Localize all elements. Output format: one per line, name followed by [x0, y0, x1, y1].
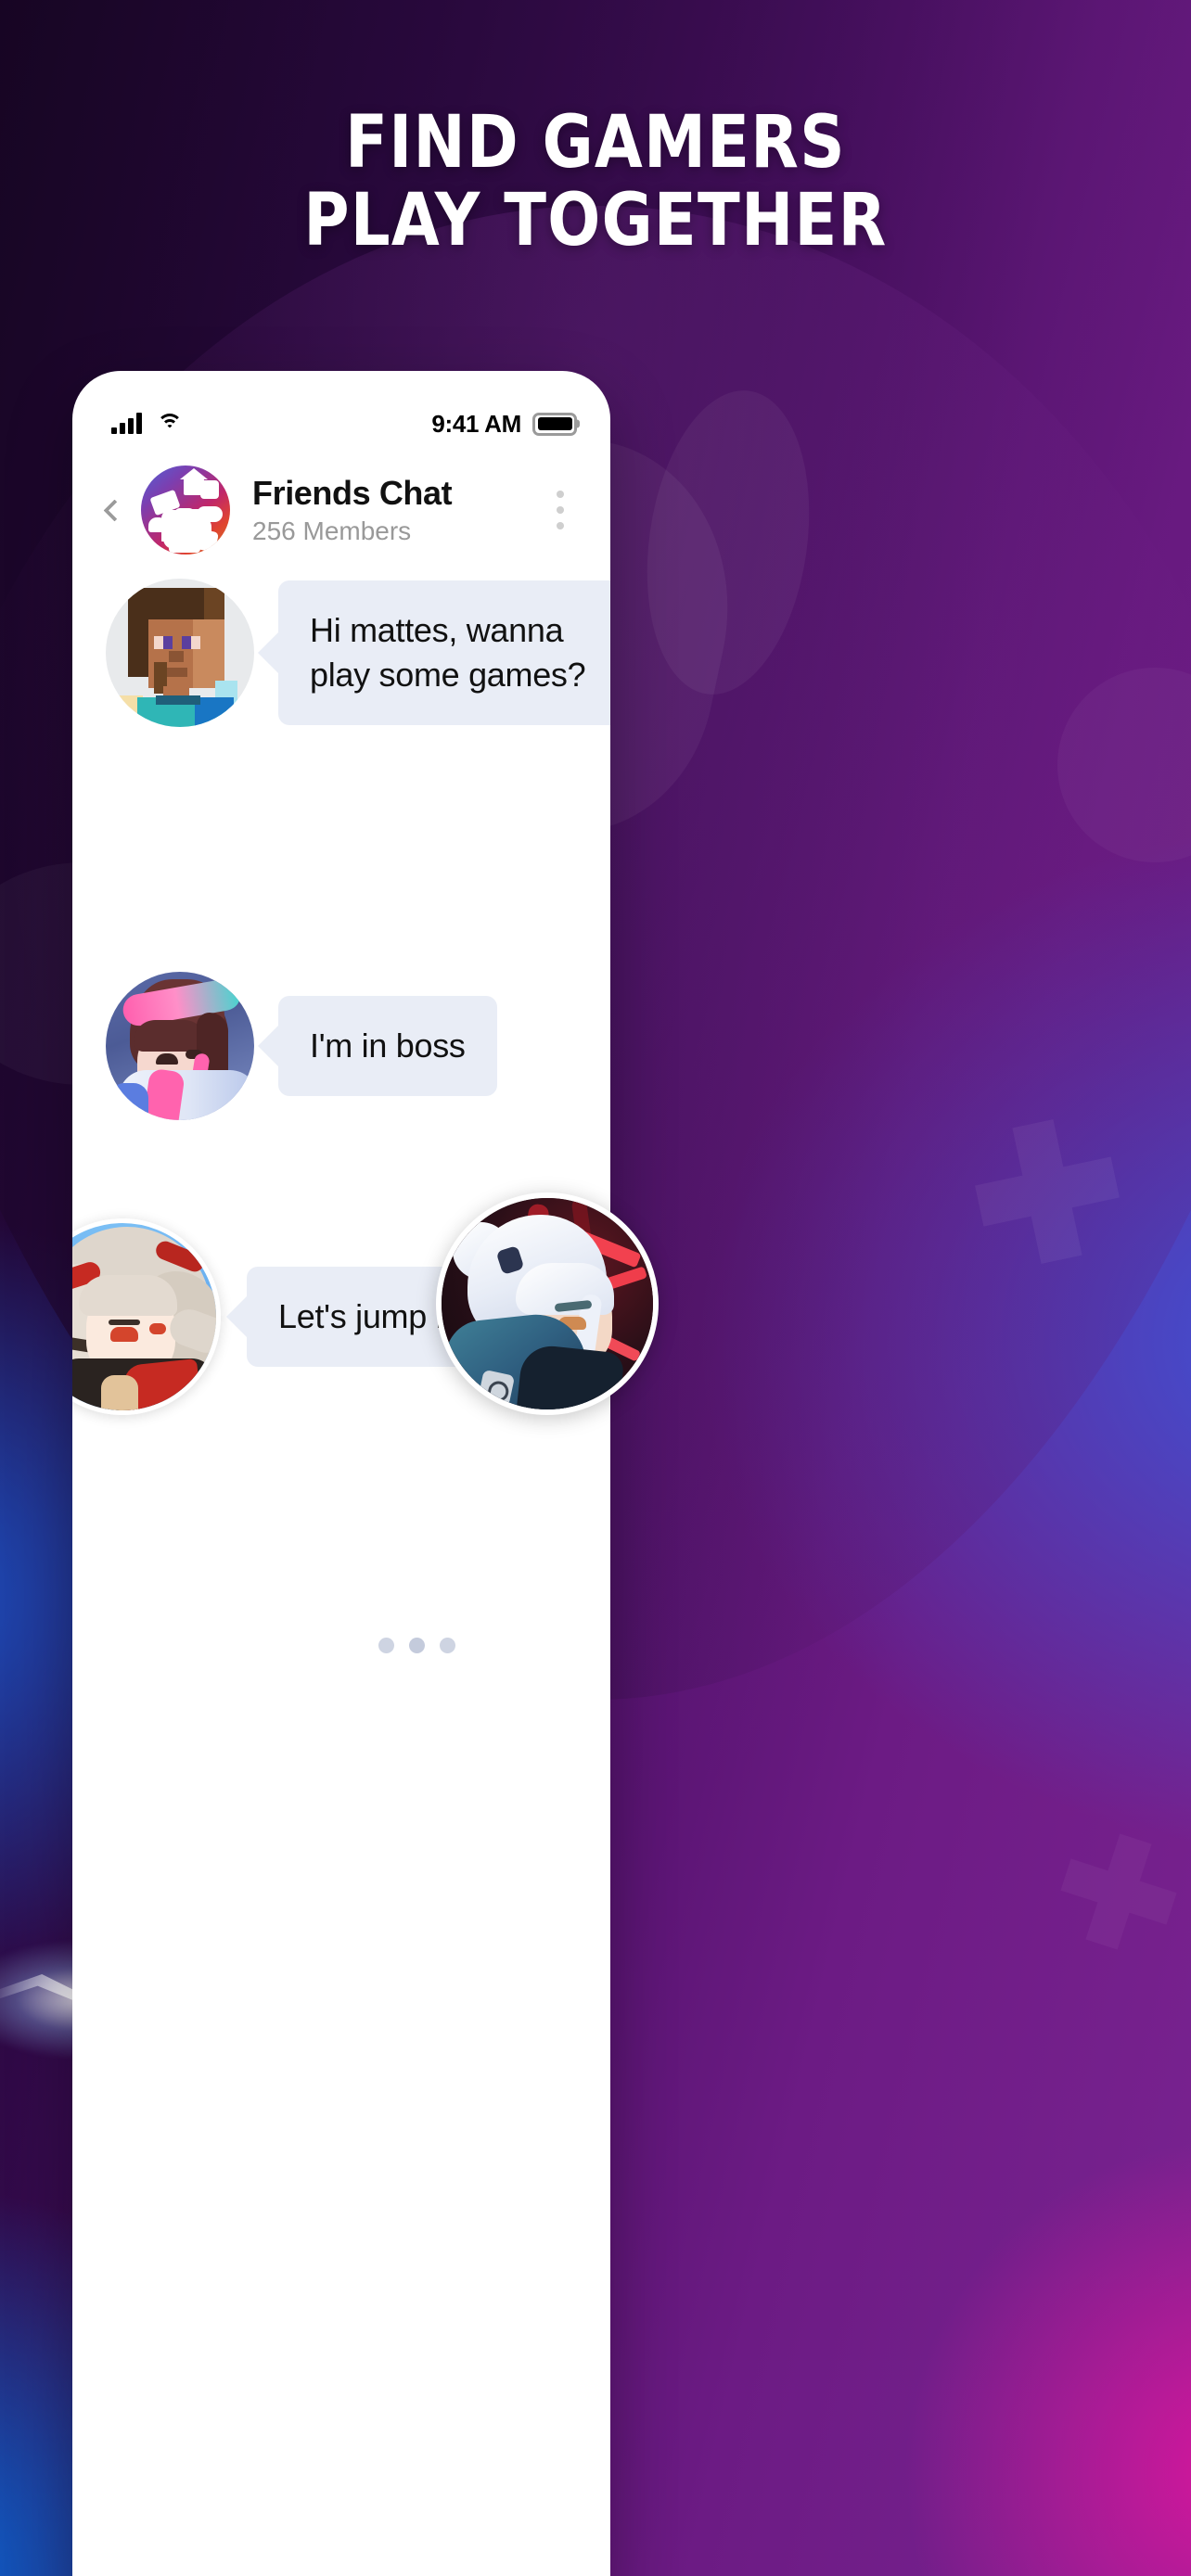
chat-member-count: 256 Members: [252, 516, 412, 545]
chat-header: Friends Chat 256 Members: [72, 449, 610, 571]
puzzle-icon: [200, 480, 219, 499]
battery-full-icon: [532, 412, 580, 436]
group-avatar[interactable]: [141, 465, 230, 555]
message-row: Hi mattes, wanna play some games?: [106, 579, 610, 727]
headline-line-1: FIND GAMERS: [345, 101, 846, 185]
card-icon: [149, 489, 181, 516]
status-bar-left: [111, 413, 183, 434]
promo-screenshot: FIND GAMERS PLAY TOGETHER 9:41 AM Friend…: [0, 0, 1191, 2576]
phone-mockup: 9:41 AM Friends Chat 256 Members Hi matt…: [72, 371, 610, 2576]
message-bubble[interactable]: Hi mattes, wanna play some games?: [278, 580, 610, 725]
status-bar-clock: 9:41 AM: [431, 409, 521, 438]
back-button[interactable]: [93, 489, 135, 531]
kebab-menu-icon[interactable]: [542, 491, 579, 529]
promo-headline: FIND GAMERS PLAY TOGETHER: [83, 104, 1108, 260]
wifi-icon: [156, 414, 183, 434]
typing-dots-icon: [378, 1638, 455, 1653]
cellular-signal-icon: [111, 413, 142, 434]
jett-valorant-avatar[interactable]: [436, 1192, 659, 1415]
message-row: I'm in boss: [106, 972, 497, 1120]
chevron-left-icon: [102, 498, 126, 522]
hand-icon: [187, 517, 211, 549]
pawn-icon: [148, 517, 167, 532]
message-bubble[interactable]: I'm in boss: [278, 996, 497, 1096]
message-list: Hi mattes, wanna play some games? I'm in…: [72, 571, 610, 2576]
minecraft-steve-avatar[interactable]: [106, 579, 254, 727]
chat-title: Friends Chat: [252, 473, 453, 512]
kazuha-genshin-avatar[interactable]: [72, 1218, 221, 1415]
status-bar: 9:41 AM: [72, 371, 610, 449]
chat-header-text: Friends Chat 256 Members: [252, 473, 542, 546]
headline-line-2: PLAY TOGETHER: [303, 179, 888, 262]
dva-overwatch-avatar[interactable]: [106, 972, 254, 1120]
status-bar-right: 9:41 AM: [431, 409, 580, 439]
